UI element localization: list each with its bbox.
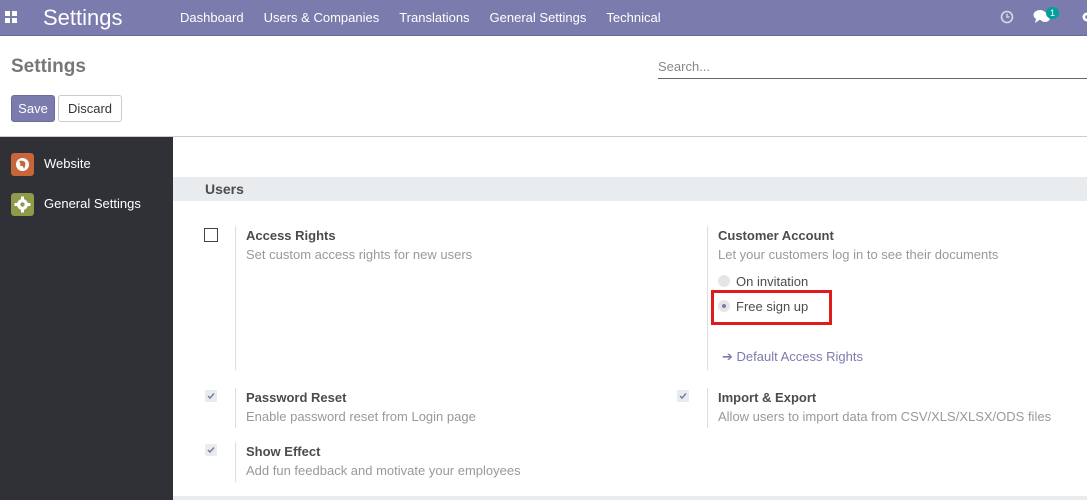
sidebar-item-label: General Settings [44,196,141,211]
access-rights-checkbox[interactable] [204,228,218,242]
show-effect-checkbox[interactable] [205,444,217,456]
divider-line [707,388,708,428]
sidebar-item-label: Website [44,156,91,171]
globe-icon [11,153,34,176]
sidebar-item-website[interactable]: Website [0,145,173,183]
setting-desc-password-reset: Enable password reset from Login page [246,409,476,424]
discard-button[interactable]: Discard [58,95,122,122]
sidebar-item-general-settings[interactable]: General Settings [0,185,173,223]
setting-title-show-effect: Show Effect [246,444,321,459]
setting-title-access-rights: Access Rights [246,228,336,243]
link-label: Default Access Rights [736,349,863,364]
setting-title-customer-account: Customer Account [718,228,834,243]
setting-desc-show-effect: Add fun feedback and motivate your emplo… [246,463,521,478]
chat-badge: 1 [1046,7,1060,19]
menu-item-dashboard[interactable]: Dashboard [170,0,254,36]
menu-item-users-companies[interactable]: Users & Companies [254,0,390,36]
menu-item-general-settings[interactable]: General Settings [480,0,597,36]
divider-line [235,442,236,482]
password-reset-checkbox[interactable] [205,390,217,402]
divider-line [235,388,236,428]
apps-grid-icon[interactable] [5,11,18,24]
menu-item-translations[interactable]: Translations [389,0,479,36]
divider-line [707,226,708,370]
divider-line [235,226,236,370]
highlight-box [711,290,832,325]
setting-title-password-reset: Password Reset [246,390,347,405]
setting-desc-customer-account: Let your customers log in to see their d… [718,247,999,262]
section-header-bar [173,177,1087,201]
default-access-rights-link[interactable]: ➔ Default Access Rights [722,349,863,365]
settings-sidebar: Website General Settings [0,137,173,500]
clock-icon[interactable] [1000,10,1014,24]
gear-icon[interactable] [1080,10,1087,24]
import-export-checkbox[interactable] [677,390,689,402]
radio-label-on-invitation[interactable]: On invitation [736,274,808,289]
section-footer-bar [173,496,1087,500]
section-title: Users [205,181,244,197]
navbar-brand[interactable]: Settings [43,5,123,31]
top-navbar: Settings Dashboard Users & Companies Tra… [0,0,1087,36]
arrow-right-icon: ➔ [722,349,733,364]
menu-item-technical[interactable]: Technical [596,0,670,36]
save-button[interactable]: Save [11,95,55,122]
setting-desc-access-rights: Set custom access rights for new users [246,247,473,262]
radio-on-invitation[interactable] [718,275,730,287]
gear-icon [11,193,34,216]
page-title: Settings [11,56,86,77]
setting-desc-import-export: Allow users to import data from CSV/XLS/… [718,409,1052,424]
search-input[interactable] [658,55,1087,79]
setting-title-import-export: Import & Export [718,390,817,405]
navbar-menu: Dashboard Users & Companies Translations… [170,0,671,36]
